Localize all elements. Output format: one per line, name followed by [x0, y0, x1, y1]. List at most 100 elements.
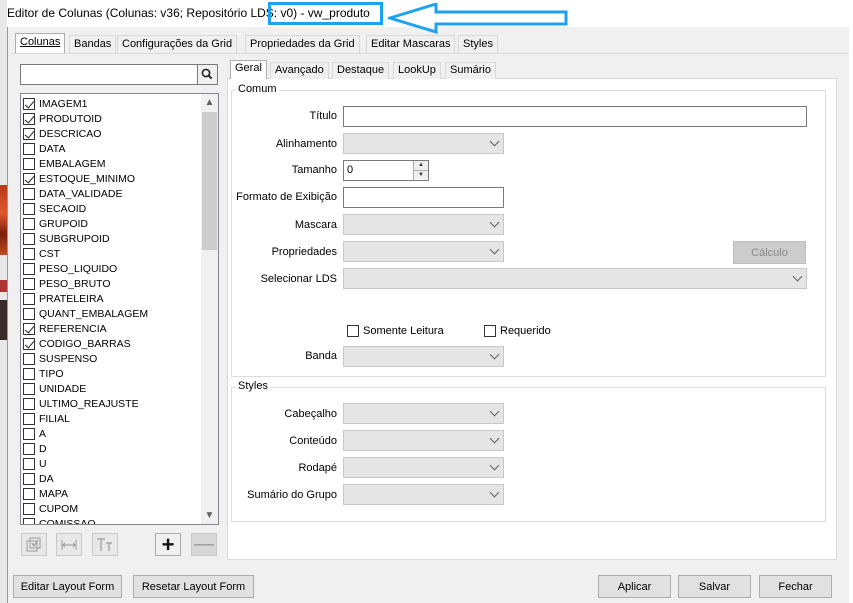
somente-leitura-checkbox[interactable]: Somente Leitura	[347, 325, 444, 337]
column-list-item[interactable]: QUANT_EMBALAGEM	[21, 306, 218, 321]
column-list-item[interactable]: PESO_BRUTO	[21, 276, 218, 291]
selecionar-lds-select[interactable]	[343, 268, 807, 289]
checked-checkbox[interactable]	[23, 97, 35, 110]
columns-list[interactable]: IMAGEM1 PRODUTOID DESCRICAO DATA EMBALAGEM ES…	[20, 93, 219, 525]
unchecked-checkbox[interactable]	[23, 367, 35, 380]
column-list-item[interactable]: REFERENCIA	[21, 321, 218, 336]
tab-configuracoes-grid[interactable]: Configurações da Grid	[117, 35, 238, 53]
requerido-box[interactable]	[484, 325, 496, 337]
somente-leitura-box[interactable]	[347, 325, 359, 337]
checked-checkbox[interactable]	[23, 322, 35, 335]
aplicar-button[interactable]: Aplicar	[598, 575, 671, 598]
conteudo-select[interactable]	[343, 430, 504, 451]
column-list-item[interactable]: A	[21, 426, 218, 441]
column-list-item[interactable]: D	[21, 441, 218, 456]
checked-checkbox[interactable]	[23, 172, 35, 185]
tab-avancado[interactable]: Avançado	[270, 62, 329, 79]
column-list-item[interactable]: SUBGRUPOID	[21, 231, 218, 246]
tab-geral[interactable]: Geral	[230, 60, 267, 79]
column-list-item[interactable]: EMBALAGEM	[21, 156, 218, 171]
calculo-button[interactable]: Cálculo	[733, 241, 806, 264]
column-list-item[interactable]: IMAGEM1	[21, 96, 218, 111]
checked-checkbox[interactable]	[23, 127, 35, 140]
unchecked-checkbox[interactable]	[23, 382, 35, 395]
cabecalho-select[interactable]	[343, 403, 504, 424]
stepper-up-icon[interactable]: ▲	[414, 161, 428, 170]
column-search-input[interactable]	[20, 64, 198, 85]
column-list-item[interactable]: DATA_VALIDADE	[21, 186, 218, 201]
unchecked-checkbox[interactable]	[23, 352, 35, 365]
column-list-item[interactable]: CST	[21, 246, 218, 261]
unchecked-checkbox[interactable]	[23, 517, 35, 524]
column-list-item[interactable]: DA	[21, 471, 218, 486]
unchecked-checkbox[interactable]	[23, 247, 35, 260]
unchecked-checkbox[interactable]	[23, 472, 35, 485]
column-list-item[interactable]: SUSPENSO	[21, 351, 218, 366]
unchecked-checkbox[interactable]	[23, 292, 35, 305]
column-list-item[interactable]: SECAOID	[21, 201, 218, 216]
column-search-button[interactable]	[197, 64, 218, 85]
text-size-button[interactable]	[92, 533, 118, 556]
propriedades-select[interactable]	[343, 241, 504, 262]
tab-lookup[interactable]: LookUp	[393, 62, 441, 79]
column-list-item[interactable]: CUPOM	[21, 501, 218, 516]
unchecked-checkbox[interactable]	[23, 187, 35, 200]
tab-styles[interactable]: Styles	[458, 35, 498, 53]
titulo-input[interactable]	[343, 106, 807, 127]
tab-destaque[interactable]: Destaque	[332, 62, 390, 79]
stepper-buttons[interactable]: ▲ ▼	[413, 161, 428, 180]
editar-layout-form-button[interactable]: Editar Layout Form	[13, 575, 122, 598]
unchecked-checkbox[interactable]	[23, 397, 35, 410]
unchecked-checkbox[interactable]	[23, 142, 35, 155]
requerido-checkbox[interactable]: Requerido	[484, 325, 551, 337]
tab-editar-mascaras[interactable]: Editar Mascaras	[366, 35, 456, 53]
scroll-down-icon[interactable]: ▼	[201, 507, 218, 524]
scrollbar-thumb[interactable]	[202, 112, 217, 250]
unchecked-checkbox[interactable]	[23, 502, 35, 515]
unchecked-checkbox[interactable]	[23, 262, 35, 275]
column-list-item[interactable]: PRATELEIRA	[21, 291, 218, 306]
fit-width-button[interactable]	[56, 533, 82, 556]
column-list-item[interactable]: TIPO	[21, 366, 218, 381]
unchecked-checkbox[interactable]	[23, 157, 35, 170]
unchecked-checkbox[interactable]	[23, 412, 35, 425]
tab-bandas[interactable]: Bandas	[69, 35, 117, 53]
column-list-item[interactable]: ULTIMO_REAJUSTE	[21, 396, 218, 411]
column-list-item[interactable]: CODIGO_BARRAS	[21, 336, 218, 351]
alinhamento-select[interactable]	[343, 133, 504, 154]
resetar-layout-form-button[interactable]: Resetar Layout Form	[133, 575, 254, 598]
column-list-item[interactable]: DESCRICAO	[21, 126, 218, 141]
column-list-item[interactable]: PESO_LIQUIDO	[21, 261, 218, 276]
column-list-item[interactable]: COMISSAO	[21, 516, 218, 524]
unchecked-checkbox[interactable]	[23, 442, 35, 455]
column-list-item[interactable]: FILIAL	[21, 411, 218, 426]
unchecked-checkbox[interactable]	[23, 232, 35, 245]
unchecked-checkbox[interactable]	[23, 217, 35, 230]
unchecked-checkbox[interactable]	[23, 277, 35, 290]
add-column-button[interactable]: +	[155, 533, 181, 556]
stepper-down-icon[interactable]: ▼	[414, 170, 428, 179]
mascara-select[interactable]	[343, 214, 504, 235]
column-list-item[interactable]: GRUPOID	[21, 216, 218, 231]
sumario-grupo-select[interactable]	[343, 484, 504, 505]
column-list-item[interactable]: MAPA	[21, 486, 218, 501]
rodape-select[interactable]	[343, 457, 504, 478]
column-list-item[interactable]: ESTOQUE_MINIMO	[21, 171, 218, 186]
remove-column-button[interactable]: —	[191, 533, 217, 556]
fechar-button[interactable]: Fechar	[759, 575, 832, 598]
unchecked-checkbox[interactable]	[23, 427, 35, 440]
tab-propriedades-grid[interactable]: Propriedades da Grid	[245, 35, 360, 53]
unchecked-checkbox[interactable]	[23, 457, 35, 470]
checked-checkbox[interactable]	[23, 337, 35, 350]
column-list-item[interactable]: DATA	[21, 141, 218, 156]
unchecked-checkbox[interactable]	[23, 307, 35, 320]
column-list-item[interactable]: UNIDADE	[21, 381, 218, 396]
unchecked-checkbox[interactable]	[23, 487, 35, 500]
scroll-up-icon[interactable]: ▲	[201, 94, 218, 111]
banda-select[interactable]	[343, 346, 504, 367]
tamanho-stepper[interactable]: 0 ▲ ▼	[343, 160, 429, 181]
tab-colunas[interactable]: Colunas	[15, 33, 66, 53]
check-all-button[interactable]	[21, 533, 47, 556]
unchecked-checkbox[interactable]	[23, 202, 35, 215]
salvar-button[interactable]: Salvar	[678, 575, 751, 598]
